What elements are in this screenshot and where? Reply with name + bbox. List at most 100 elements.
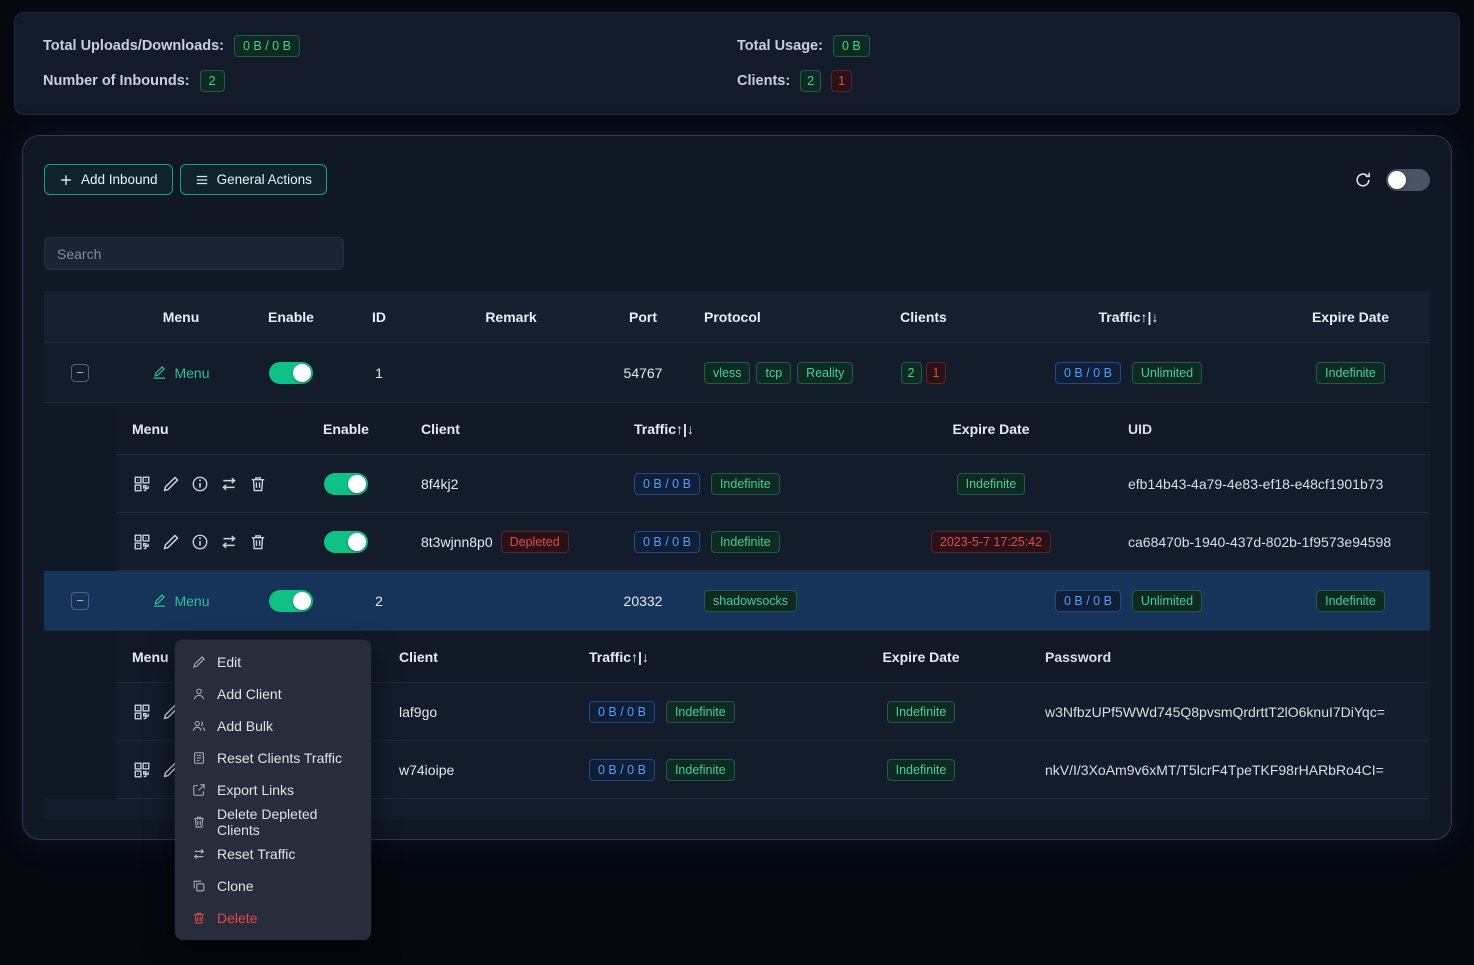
overview-stats-card: Total Uploads/Downloads: 0 B / 0 B Total… [14,12,1460,115]
header-expire-date: Expire Date [876,403,1106,454]
menu-item-add-bulk[interactable]: Add Bulk [175,710,371,742]
traffic-cell: 0 B / 0 B Indefinite [571,741,821,798]
menu-item-reset-traffic[interactable]: Reset Traffic [175,838,371,870]
menu-cell: Menu [116,571,246,630]
expand-cell: − [44,343,116,402]
traffic-value-badge: 0 B / 0 B [634,531,700,553]
traffic-value-badge: 0 B / 0 B [589,701,655,723]
qr-code-icon[interactable] [132,473,152,495]
menu-item-edit[interactable]: Edit [175,646,371,678]
client-actions-cell [116,455,301,512]
header-uid: UID [1106,403,1430,454]
add-inbound-button[interactable]: Add Inbound [44,164,173,195]
edit-icon [192,655,206,669]
menu-item-reset-clients-traffic[interactable]: Reset Clients Traffic [175,742,371,774]
enable-toggle[interactable] [269,362,313,384]
uid-cell: efb14b43-4a79-4e83-ef18-e48cf1901b73 [1106,455,1430,512]
menu-bars-icon [195,173,209,187]
password-cell: w3NfbzUPf5WWd745Q8pvsmQrdrttT2lO6knuI7Di… [1021,683,1430,740]
traffic-limit-badge: Indefinite [666,759,735,781]
header-client: Client [391,403,606,454]
delete-client-icon[interactable] [248,531,268,553]
menu-item-add-client[interactable]: Add Client [175,678,371,710]
menu-item-delete-depleted-clients[interactable]: Delete Depleted Clients [175,806,371,838]
clients-cell: 2 1 [861,343,986,402]
menu-item-clone[interactable]: Clone [175,870,371,902]
expire-cell: Indefinite [821,741,1021,798]
header-menu: Menu [116,403,301,454]
toolbar-right [1354,169,1430,191]
traffic-cell: 0 B / 0 B Indefinite [571,683,821,740]
reset-traffic-icon[interactable] [219,531,239,553]
expire-badge: Indefinite [1316,590,1385,612]
general-actions-label: General Actions [217,172,312,187]
clone-icon [192,879,206,893]
client-name: 8t3wjnn8p0 [421,534,493,550]
inbound-menu-button[interactable]: Menu [152,593,209,609]
add-client-icon [192,687,206,701]
export-links-icon [192,783,206,797]
traffic-value-badge: 0 B / 0 B [1055,590,1121,612]
toolbar: Add Inbound General Actions [44,164,1430,195]
general-actions-button[interactable]: General Actions [180,164,327,195]
expire-cell: 2023-5-7 17:25:42 [876,513,1106,570]
delete-client-icon[interactable] [248,473,268,495]
client-enable-toggle[interactable] [324,473,368,495]
protocol-cell: vless tcp Reality [686,343,861,402]
enable-toggle[interactable] [269,590,313,612]
traffic-cell: 0 B / 0 B Unlimited [986,343,1271,402]
expand-column-header [44,291,116,342]
header-traffic-sort[interactable]: Traffic↑|↓ [986,291,1271,342]
add-bulk-icon [192,719,206,733]
inbounds-count-label: Number of Inbounds: [43,73,190,89]
client-enable-toggle[interactable] [324,531,368,553]
reset-clients-traffic-icon [192,751,206,765]
menu-item-label: Reset Clients Traffic [217,750,342,766]
client-name-cell: 8f4kj2 [391,455,606,512]
protocol-badge: Reality [797,362,853,384]
header-id: ID [336,291,422,342]
header-traffic-sort[interactable]: Traffic↑|↓ [606,403,876,454]
menu-item-delete[interactable]: Delete [175,902,371,934]
inbound-actions-menu: Edit Add Client Add Bulk Reset Clients T… [175,640,371,940]
collapse-row-button[interactable]: − [71,364,89,382]
traffic-limit-badge: Indefinite [711,473,780,495]
qr-code-icon[interactable] [132,759,152,781]
menu-cell: Menu [116,343,246,402]
inbound-menu-button[interactable]: Menu [152,365,209,381]
menu-item-label: Clone [217,878,254,894]
inbound-menu-label: Menu [174,365,209,381]
id-cell: 2 [336,571,422,630]
header-password: Password [1021,631,1430,682]
edit-client-icon[interactable] [161,473,181,495]
menu-item-export-links[interactable]: Export Links [175,774,371,806]
expire-badge: Indefinite [887,701,956,723]
enable-cell [301,455,391,512]
expire-cell: Indefinite [876,455,1106,512]
qr-code-icon[interactable] [132,701,152,723]
collapse-row-button[interactable]: − [71,592,89,610]
refresh-icon[interactable] [1354,171,1372,189]
info-icon[interactable] [190,531,210,553]
traffic-limit-badge: Unlimited [1132,590,1202,612]
edit-client-icon[interactable] [161,531,181,553]
protocol-cell: shadowsocks [686,571,861,630]
theme-toggle[interactable] [1386,169,1430,191]
qr-code-icon[interactable] [132,531,152,553]
reset-traffic-icon[interactable] [219,473,239,495]
expire-cell: Indefinite [1271,343,1430,402]
client-table-header: Menu Enable Client Traffic↑|↓ Expire Dat… [116,403,1430,455]
search-input[interactable] [44,237,344,270]
menu-item-label: Reset Traffic [217,846,295,862]
header-traffic-sort[interactable]: Traffic↑|↓ [571,631,821,682]
traffic-value-badge: 0 B / 0 B [634,473,700,495]
header-enable: Enable [246,291,336,342]
delete-icon [192,911,206,925]
protocol-badge: vless [704,362,750,384]
client-name: laf9go [399,704,437,720]
clients-total-badge: 2 [800,70,821,92]
expire-cell: Indefinite [821,683,1021,740]
menu-item-label: Export Links [217,782,294,798]
add-inbound-label: Add Inbound [81,172,158,187]
info-icon[interactable] [190,473,210,495]
